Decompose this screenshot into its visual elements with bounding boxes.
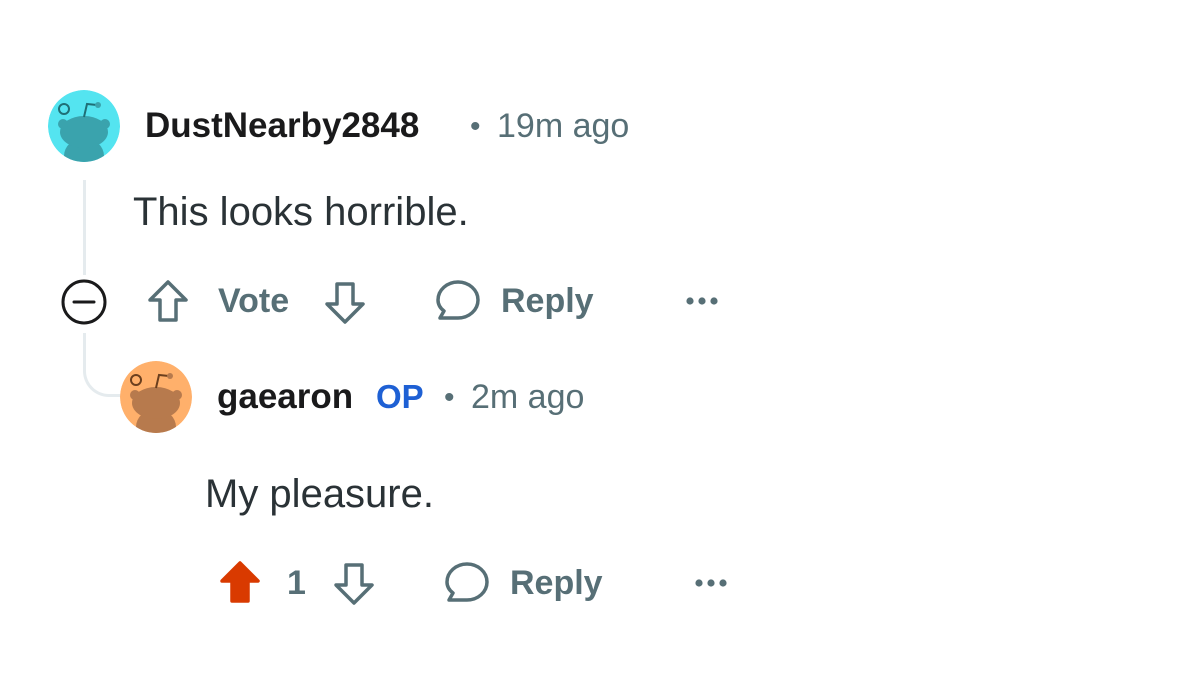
avatar[interactable] [120,361,192,433]
thread-branch [83,333,123,397]
upvote-button[interactable] [217,558,263,606]
upvote-button[interactable] [145,277,191,325]
comment-body: My pleasure. [205,472,434,516]
ellipsis-icon [686,297,718,305]
comment-author[interactable]: DustNearby2848 [145,106,419,146]
collapse-button[interactable] [59,279,109,325]
comment-timestamp[interactable]: 19m ago [497,107,629,146]
comment-timestamp[interactable]: 2m ago [471,378,584,417]
comment-bubble-icon [445,562,489,602]
meta-separator: • [444,381,455,414]
comment-author[interactable]: gaearon [217,377,353,417]
reply-label: Reply [510,563,603,602]
op-badge: OP [376,378,424,415]
minus-circle-icon [61,279,107,325]
vote-label: Vote [218,282,290,320]
reply-label: Reply [501,281,594,320]
more-options-button[interactable] [680,286,724,316]
reply-button[interactable]: Reply [443,558,613,608]
downvote-arrow-icon [325,282,365,324]
comment-bubble-icon [436,280,480,320]
downvote-button[interactable] [331,560,377,608]
more-options-button[interactable] [689,568,733,598]
upvote-arrow-icon [148,280,188,322]
downvote-button[interactable] [322,279,368,327]
comment-body: This looks horrible. [133,190,469,234]
meta-separator: • [470,110,481,143]
ellipsis-icon [695,579,727,587]
avatar[interactable] [48,90,120,162]
thread-line [83,180,86,275]
upvote-arrow-filled-icon [220,561,260,603]
reply-button[interactable]: Reply [434,276,604,326]
vote-score: 1 [287,564,306,602]
downvote-arrow-icon [334,563,374,605]
